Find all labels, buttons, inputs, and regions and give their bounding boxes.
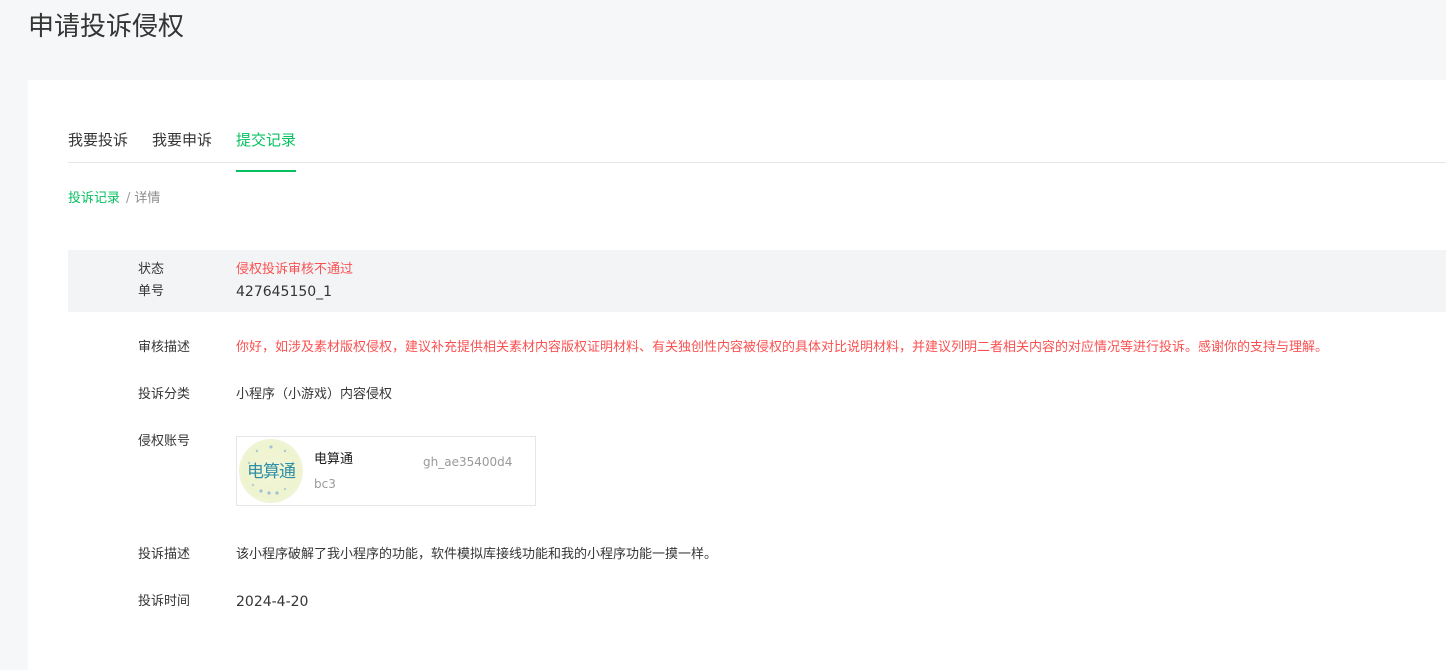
complaint-category-value: 小程序（小游戏）内容侵权 [236,387,393,402]
complaint-time-label: 投诉时间 [138,594,191,609]
tab-bar: 我要投诉 我要申诉 提交记录 [68,128,1446,172]
infringing-account-label: 侵权账号 [138,434,191,449]
breadcrumb-current: 详情 [134,191,161,206]
tab-submission-records[interactable]: 提交记录 [236,128,297,172]
complaint-category-label: 投诉分类 [138,387,191,402]
review-description-value: 你好，如涉及素材版权侵权，建议补充提供相关素材内容版权证明材料、有关独创性内容被… [236,340,1329,355]
status-value: 侵权投诉审核不通过 [236,262,354,277]
content-card: 我要投诉 我要申诉 提交记录 投诉记录 / 详情 状态 侵权投诉审核不通过 单号 4… [28,80,1446,670]
avatar-logo-text: 电算通 [247,462,296,482]
complaint-time-value: 2024-4-20 [236,594,309,610]
review-description-label: 审核描述 [138,340,191,355]
breadcrumb-separator: / [126,191,131,206]
status-summary: 状态 侵权投诉审核不通过 单号 427645150_1 [68,250,1446,312]
status-label: 状态 [138,262,165,277]
order-number-label: 单号 [138,284,165,299]
breadcrumb: 投诉记录 / 详情 [68,189,160,209]
page-title: 申请投诉侵权 [28,12,185,42]
account-avatar: 电算通 [239,439,303,503]
infringing-account-card: 电算通 电算通 gh_ae35400d4bc3 [236,436,536,506]
complaint-description-label: 投诉描述 [138,547,191,562]
breadcrumb-complaint-records-link[interactable]: 投诉记录 [68,191,120,206]
order-number-value: 427645150_1 [236,284,333,300]
complaint-description-value: 该小程序破解了我小程序的功能，软件模拟库接线功能和我的小程序功能一摸一样。 [236,547,718,562]
tab-appeal[interactable]: 我要申诉 [152,128,212,162]
tab-complain[interactable]: 我要投诉 [68,128,128,162]
account-id: gh_ae35400d4bc3 [314,455,513,491]
